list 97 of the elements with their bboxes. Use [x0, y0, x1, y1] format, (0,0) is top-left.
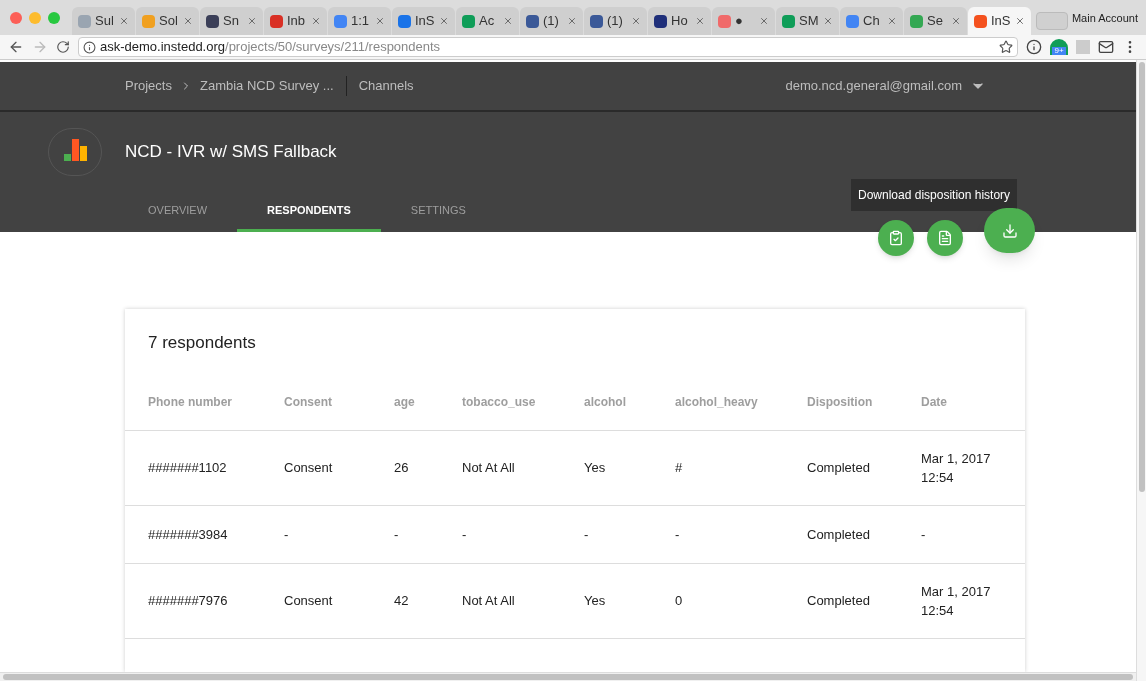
- table-cell-text: 42: [394, 592, 410, 611]
- profile-name[interactable]: Main Account: [1071, 10, 1138, 27]
- tooltip: Download disposition history: [851, 179, 1018, 211]
- close-tab-icon[interactable]: [631, 16, 641, 26]
- info-icon: [83, 40, 96, 54]
- browser-tab[interactable]: SM: [776, 7, 839, 35]
- table-cell-text: Mar 1, 2017 12:54: [921, 582, 992, 620]
- close-window-icon[interactable]: [10, 12, 22, 24]
- close-tab-icon[interactable]: [375, 16, 385, 26]
- table-cell-text: Yes: [584, 592, 607, 611]
- table-cell-text: 0: [675, 592, 684, 611]
- table-cell-text: -: [284, 525, 290, 544]
- download-button[interactable]: [984, 208, 1035, 253]
- section-tab[interactable]: OVERVIEW: [118, 192, 238, 232]
- table-cell-text: Completed: [807, 592, 871, 611]
- breadcrumb-link[interactable]: Projects: [125, 76, 172, 96]
- breadcrumb-link[interactable]: Zambia NCD Survey ...: [199, 76, 334, 96]
- download-icon: [1001, 222, 1018, 239]
- card-title: 7 respondents: [147, 332, 257, 355]
- browser-tab[interactable]: Ho: [648, 7, 711, 35]
- back-icon[interactable]: [8, 39, 24, 55]
- tab-title: Ac: [479, 12, 495, 31]
- close-tab-icon[interactable]: [183, 16, 193, 26]
- table-cell-text: Not At All: [462, 459, 516, 478]
- clipboard-check-icon: [888, 230, 904, 246]
- browser-tab[interactable]: Ch: [840, 7, 903, 35]
- browser-tab[interactable]: Sol: [136, 7, 199, 35]
- table-cell-text: Consent: [284, 459, 334, 478]
- bookmark-star-icon[interactable]: [999, 40, 1013, 54]
- table-cell-text: Not At All: [462, 592, 516, 611]
- tab-title: (1): [543, 12, 559, 31]
- disposition-check-button[interactable]: [878, 220, 914, 256]
- close-tab-icon[interactable]: [1015, 16, 1025, 26]
- table-cell-text: -: [394, 525, 400, 544]
- tab-title: ●: [735, 12, 743, 31]
- close-tab-icon[interactable]: [695, 16, 705, 26]
- browser-tab[interactable]: (1): [520, 7, 583, 35]
- table-cell-text: Completed: [807, 459, 871, 478]
- tab-title: 1:1: [351, 12, 370, 31]
- channels-link[interactable]: Channels: [358, 76, 414, 96]
- extension-badge[interactable]: 9+: [1050, 39, 1068, 55]
- table-cell-text: #: [675, 459, 684, 478]
- table-cell-text: 26: [394, 459, 410, 478]
- close-tab-icon[interactable]: [951, 16, 961, 26]
- table-cell-text: Yes: [584, 459, 607, 478]
- browser-tab[interactable]: Inb: [264, 7, 327, 35]
- browser-tab[interactable]: InS: [392, 7, 455, 35]
- mail-icon[interactable]: [1098, 39, 1114, 55]
- close-tab-icon[interactable]: [119, 16, 129, 26]
- document-icon: [937, 230, 953, 246]
- tab-title: Se: [927, 12, 943, 31]
- browser-tab[interactable]: InS: [968, 7, 1031, 35]
- close-tab-icon[interactable]: [823, 16, 833, 26]
- browser-tab[interactable]: Sul: [72, 7, 135, 35]
- tab-title: Sn: [223, 12, 239, 31]
- tab-title: Ho: [671, 12, 688, 31]
- reload-icon[interactable]: [56, 40, 70, 54]
- tab-title: Inb: [287, 12, 306, 31]
- browser-tab[interactable]: ●: [712, 7, 775, 35]
- close-tab-icon[interactable]: [567, 16, 577, 26]
- browser-tab[interactable]: Sn: [200, 7, 263, 35]
- close-tab-icon[interactable]: [311, 16, 321, 26]
- close-tab-icon[interactable]: [247, 16, 257, 26]
- browser-tab[interactable]: Ac: [456, 7, 519, 35]
- tab-title: InS: [415, 12, 435, 31]
- close-tab-icon[interactable]: [759, 16, 769, 26]
- section-tab[interactable]: RESPONDENTS: [237, 192, 381, 232]
- url-host: ask-demo.instedd.org: [100, 38, 225, 57]
- table-cell-text: Completed: [807, 525, 871, 544]
- close-tab-icon[interactable]: [439, 16, 449, 26]
- table-cell-text: -: [675, 525, 681, 544]
- survey-title: NCD - IVR w/ SMS Fallback: [125, 141, 337, 164]
- extension-icon[interactable]: [1026, 39, 1042, 55]
- table-cell-text: Mar 1, 2017 12:54: [921, 449, 992, 487]
- tab-title: Sol: [159, 12, 178, 31]
- browser-tab[interactable]: (1): [584, 7, 647, 35]
- document-button[interactable]: [927, 220, 963, 256]
- user-email[interactable]: demo.ncd.general@gmail.com: [785, 76, 962, 96]
- close-tab-icon[interactable]: [503, 16, 513, 26]
- table-cell-text: Consent: [284, 592, 334, 611]
- tab-title: Sul: [95, 12, 114, 31]
- tab-title: InS: [991, 12, 1011, 31]
- section-tab[interactable]: SETTINGS: [380, 192, 496, 232]
- table-cell-text: #######3984: [148, 525, 229, 544]
- table-cell-text: -: [584, 525, 590, 544]
- address-field[interactable]: ask-demo.instedd.org/projects/50/surveys/211/respondents: [78, 37, 1018, 57]
- table-cell-text: #######7976: [148, 592, 229, 611]
- browser-tab[interactable]: Se: [904, 7, 967, 35]
- browser-tab[interactable]: 1:1: [328, 7, 391, 35]
- table-cell-text: -: [462, 525, 468, 544]
- url-path: /projects/50/surveys/211/respondents: [225, 38, 441, 57]
- tab-title: (1): [607, 12, 623, 31]
- close-tab-icon[interactable]: [887, 16, 897, 26]
- tab-title: SM: [799, 12, 819, 31]
- tab-title: Ch: [863, 12, 880, 31]
- table-cell-text: -: [921, 525, 927, 544]
- table-cell-text: #######1102: [148, 459, 228, 478]
